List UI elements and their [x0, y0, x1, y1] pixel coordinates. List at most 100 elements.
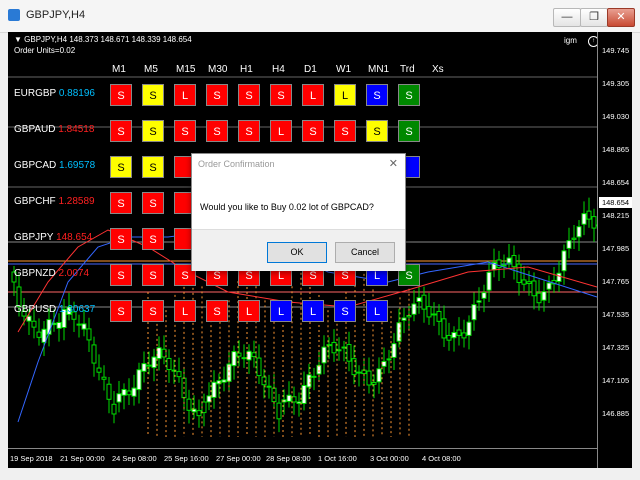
candle-body	[196, 410, 202, 417]
signal-cell[interactable]: L	[302, 84, 324, 106]
column-header: M5	[144, 64, 158, 75]
order-units: Order Units=0.02	[14, 46, 76, 55]
candle-body	[576, 226, 582, 238]
signal-cell[interactable]: S	[142, 228, 164, 250]
column-header: M1	[112, 64, 126, 75]
signal-cell[interactable]: L	[334, 84, 356, 106]
close-button[interactable]: ✕	[607, 8, 635, 27]
price-tick: 148.865	[602, 145, 630, 154]
signal-cell[interactable]: S	[142, 84, 164, 106]
signal-cell[interactable]: S	[302, 120, 324, 142]
candle-body	[201, 401, 207, 414]
signal-cell[interactable]: S	[142, 300, 164, 322]
candle-body	[136, 369, 142, 391]
candle-body	[426, 306, 432, 318]
signal-cell[interactable]: S	[110, 300, 132, 322]
candle-body	[346, 344, 352, 362]
time-axis: 19 Sep 2018 21 Sep 00:00 24 Sep 08:00 25 Se…	[8, 448, 597, 468]
candle-body	[206, 395, 212, 403]
signal-cell[interactable]: S	[174, 120, 196, 142]
candle-body	[81, 323, 87, 330]
signal-cell[interactable]: L	[238, 300, 260, 322]
candle-body	[356, 371, 362, 374]
candle-body	[511, 255, 517, 268]
signal-cell[interactable]: S	[366, 120, 388, 142]
candle-body	[86, 328, 92, 341]
ok-button[interactable]: OK	[267, 242, 327, 263]
price-tick: 149.745	[602, 46, 630, 55]
signal-cell[interactable]: S	[142, 156, 164, 178]
signal-cell[interactable]: S	[110, 228, 132, 250]
column-header: Xs	[432, 64, 444, 75]
pair-name: GBPAUD	[14, 124, 56, 135]
signal-cell[interactable]: S	[206, 84, 228, 106]
minimize-button[interactable]: —	[553, 8, 581, 27]
current-price-label: 148.654	[599, 197, 632, 208]
signal-cell[interactable]: S	[206, 120, 228, 142]
signal-cell[interactable]: S	[110, 156, 132, 178]
signal-cell[interactable]: S	[334, 120, 356, 142]
symbol-line: ▼ GBPJPY,H4 148.373 148.671 148.339 148.…	[14, 35, 192, 44]
signal-cell[interactable]: S	[238, 120, 260, 142]
window-title: GBPJPY,H4	[26, 9, 86, 21]
signal-cell[interactable]: L	[366, 300, 388, 322]
candle-body	[456, 329, 462, 336]
dialog-message: Would you like to Buy 0.02 lot of GBPCAD…	[200, 202, 374, 212]
candle-body	[546, 282, 552, 290]
signal-cell[interactable]: S	[334, 300, 356, 322]
pair-label: GBPAUD 1.84518	[14, 124, 94, 135]
candle-body	[276, 402, 282, 420]
signal-cell[interactable]: S	[110, 192, 132, 214]
candle-body	[116, 393, 122, 403]
signal-cell[interactable]: S	[398, 120, 420, 142]
price-tick: 149.305	[602, 79, 630, 88]
cancel-button[interactable]: Cancel	[335, 242, 395, 263]
candle-body	[591, 216, 597, 229]
pair-name: GBPCAD	[14, 160, 57, 171]
candle-body	[311, 375, 317, 378]
signal-cell[interactable]: L	[174, 84, 196, 106]
candle-body	[516, 263, 522, 283]
candle-body	[246, 350, 252, 361]
candle-body	[286, 394, 292, 402]
signal-cell[interactable]: S	[110, 120, 132, 142]
candle-body	[381, 360, 387, 367]
candle-body	[556, 272, 562, 282]
signal-cell[interactable]: L	[270, 300, 292, 322]
candle-body	[76, 323, 82, 326]
time-tick: 19 Sep 2018	[10, 454, 53, 463]
column-header: H1	[240, 64, 253, 75]
signal-cell[interactable]: S	[142, 264, 164, 286]
column-header: W1	[336, 64, 351, 75]
signal-cell[interactable]: S	[238, 84, 260, 106]
candle-body	[466, 321, 472, 336]
candle-body	[131, 387, 137, 397]
candle-body	[366, 370, 372, 386]
candle-body	[56, 321, 62, 329]
pair-label: GBPCHF 1.28589	[14, 196, 95, 207]
candle-body	[26, 315, 32, 322]
signal-cell[interactable]: S	[398, 84, 420, 106]
signal-cell[interactable]: S	[142, 192, 164, 214]
signal-cell[interactable]: S	[206, 300, 228, 322]
signal-cell[interactable]: L	[270, 120, 292, 142]
price-tick: 147.765	[602, 277, 630, 286]
candle-body	[296, 401, 302, 404]
signal-cell[interactable]: S	[270, 84, 292, 106]
pair-name: GBPUSD	[14, 304, 57, 315]
broker-logo: igm	[564, 36, 577, 45]
pair-name: GBPJPY	[14, 232, 54, 243]
dialog-close-icon[interactable]: ✕	[389, 157, 398, 170]
candle-body	[461, 332, 467, 339]
candle-body	[251, 352, 257, 358]
signal-cell[interactable]: S	[142, 120, 164, 142]
signal-cell[interactable]: S	[110, 264, 132, 286]
signal-cell[interactable]: L	[174, 300, 196, 322]
signal-cell[interactable]: S	[110, 84, 132, 106]
time-tick: 28 Sep 08:00	[266, 454, 311, 463]
candle-body	[101, 376, 107, 380]
maximize-button[interactable]: ❐	[580, 8, 608, 27]
signal-cell[interactable]: S	[366, 84, 388, 106]
time-tick: 21 Sep 00:00	[60, 454, 105, 463]
signal-cell[interactable]: L	[302, 300, 324, 322]
